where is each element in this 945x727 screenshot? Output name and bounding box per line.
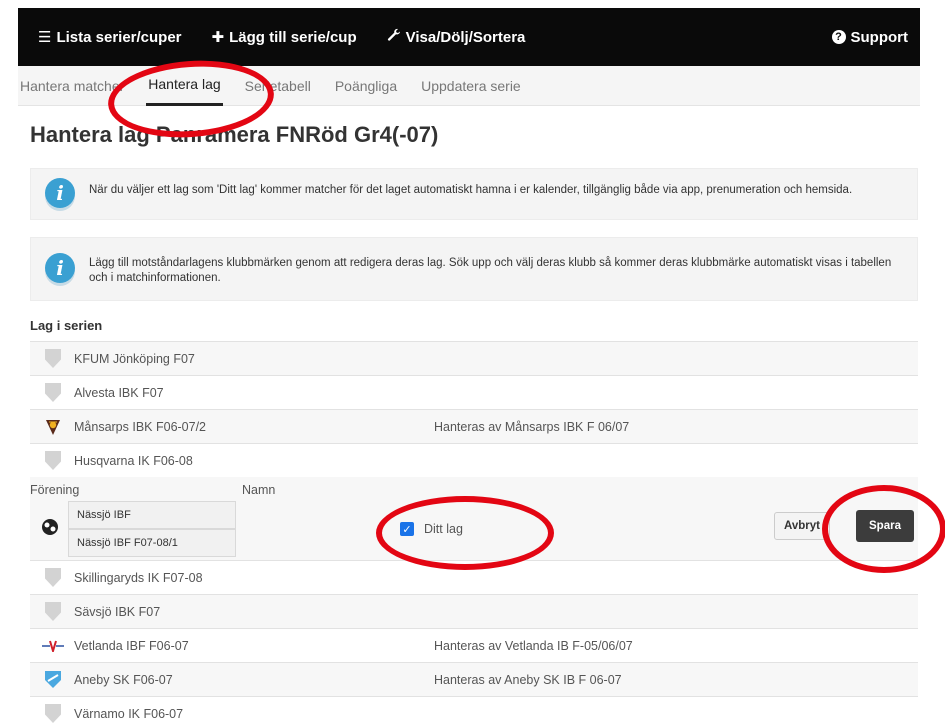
table-row[interactable]: Skillingaryds IK F07-08 [30,561,918,595]
table-row[interactable]: Sävsjö IBK F07 [30,595,918,629]
nav-list-series[interactable]: ☰ Lista serier/cuper [38,28,182,47]
tab-uppdatera-serie[interactable]: Uppdatera serie [419,66,523,106]
team-name: Månsarps IBK F06-07/2 [74,419,207,434]
support-link[interactable]: ? Support [831,8,909,66]
info-box-ditt-lag: i När du väljer ett lag som 'Ditt lag' k… [30,168,918,220]
team-name: Värnamo IK F06-07 [74,706,184,721]
ditt-lag-checkbox-wrap[interactable]: ✓ Ditt lag [400,522,463,536]
tab-hantera-lag[interactable]: Hantera lag [146,66,223,106]
nav-show-hide-sort[interactable]: Visa/Dölj/Sortera [387,28,526,46]
info-box-klubbmarken: i Lägg till motståndarlagens klubbmärken… [30,237,918,301]
nav-add-series[interactable]: ✚ Lägg till serie/cup [211,28,357,47]
plus-icon: ✚ [211,29,225,46]
managed-by: Hanteras av Aneby SK IB F 06-07 [434,672,622,687]
info-icon: i [45,253,75,283]
list-icon: ☰ [38,29,52,46]
nassjo-crest-icon [40,517,60,542]
ditt-lag-label: Ditt lag [424,522,463,536]
namn-label: Namn [242,483,276,497]
shield-placeholder-icon [42,451,64,470]
managed-by: Hanteras av Månsarps IBK F 06/07 [434,419,630,434]
table-row[interactable]: Husqvarna IK F06-08 [30,444,918,478]
mansarps-crest-icon [42,418,64,436]
table-row[interactable]: Vetlanda IBF F06-07 Hanteras av Vetlanda… [30,629,918,663]
question-circle-icon: ? [831,30,846,44]
nav-add-series-label: Lägg till serie/cup [229,28,357,46]
ditt-lag-checkbox[interactable]: ✓ [400,522,414,536]
team-name: Vetlanda IBF F06-07 [74,638,189,653]
save-button[interactable]: Spara [856,510,914,542]
shield-placeholder-icon [42,568,64,587]
top-navbar: ☰ Lista serier/cuper ✚ Lägg till serie/c… [18,8,920,66]
shield-placeholder-icon [42,602,64,621]
section-title: Lag i serien [30,318,103,333]
table-row[interactable]: Månsarps IBK F06-07/2 Hanteras av Månsar… [30,410,918,444]
forening-label: Förening [30,483,80,497]
info-text: Lägg till motståndarlagens klubbmärken g… [89,257,892,284]
table-row[interactable]: Aneby SK F06-07 Hanteras av Aneby SK IB … [30,663,918,697]
table-row[interactable]: Värnamo IK F06-07 [30,697,918,727]
team-name: KFUM Jönköping F07 [74,351,195,366]
vetlanda-crest-icon [42,640,64,652]
tab-hantera-matcher[interactable]: Hantera matcher [18,66,126,106]
team-edit-row: Förening Namn Nässjö IBF Nässjö IBF F07-… [30,477,918,561]
team-name: Aneby SK F06-07 [74,672,173,687]
info-icon: i [45,178,75,208]
club-field[interactable]: Nässjö IBF [68,501,236,529]
team-name-field[interactable]: Nässjö IBF F07-08/1 [68,529,236,557]
team-name: Alvesta IBK F07 [74,385,164,400]
tab-poangliga[interactable]: Poängliga [333,66,399,106]
wrench-icon [387,28,401,46]
team-list: KFUM Jönköping F07 Alvesta IBK F07 Månsa… [30,341,918,478]
team-list-continued: Skillingaryds IK F07-08 Sävsjö IBK F07 V… [30,561,918,727]
tab-serietabell[interactable]: Serietabell [243,66,313,106]
sub-tabs: Hantera matcher Hantera lag Serietabell … [18,66,920,106]
managed-by: Hanteras av Vetlanda IB F-05/06/07 [434,638,633,653]
shield-placeholder-icon [42,383,64,402]
team-name: Sävsjö IBK F07 [74,604,161,619]
team-name: Husqvarna IK F06-08 [74,453,193,468]
team-name: Skillingaryds IK F07-08 [74,570,203,585]
shield-placeholder-icon [42,704,64,723]
page-title: Hantera lag Panramera FNRöd Gr4(-07) [30,122,439,147]
nav-list-series-label: Lista serier/cuper [56,28,182,46]
info-text: När du väljer ett lag som 'Ditt lag' kom… [89,184,853,196]
table-row[interactable]: Alvesta IBK F07 [30,376,918,410]
cancel-button[interactable]: Avbryt [774,512,830,540]
nav-show-hide-sort-label: Visa/Dölj/Sortera [405,28,526,46]
support-label: Support [850,28,909,46]
aneby-crest-icon [42,670,64,689]
shield-placeholder-icon [42,349,64,368]
table-row[interactable]: KFUM Jönköping F07 [30,342,918,376]
